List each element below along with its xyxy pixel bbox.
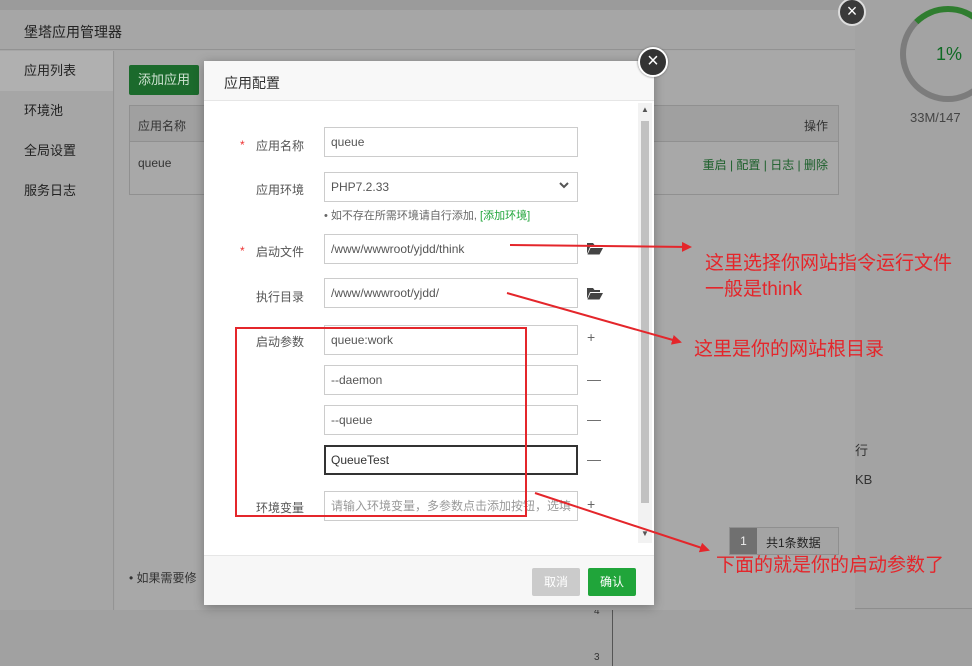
app-name-cell: queue <box>138 156 172 170</box>
env-hint-text: • 如不存在所需环境请自行添加, <box>324 210 477 222</box>
folder-open-icon[interactable] <box>587 242 603 255</box>
folder-open-icon[interactable] <box>587 287 603 300</box>
params-highlight-box <box>235 327 527 517</box>
app-env-select[interactable]: PHP7.2.33 <box>324 172 578 202</box>
background-bottom-area <box>0 608 972 666</box>
sidebar-item-global-settings[interactable]: 全局设置 <box>0 131 113 171</box>
annotation-dir-note: 这里是你的网站根目录 <box>694 339 885 360</box>
exec-dir-label: 执行目录 <box>255 290 304 304</box>
page-number[interactable]: 1 <box>730 528 757 554</box>
confirm-button[interactable]: 确认 <box>588 568 636 596</box>
row-actions[interactable]: 重启 | 配置 | 日志 | 删除 <box>703 156 828 173</box>
app-name-input[interactable]: queue <box>324 127 578 157</box>
background-text-b: KB <box>855 472 873 487</box>
scroll-up-icon[interactable]: ▲ <box>641 105 649 114</box>
plus-icon[interactable]: + <box>587 496 595 512</box>
dialog-footer: 取消 确认 <box>204 555 654 605</box>
memory-usage: 33M/147 <box>910 110 961 125</box>
background-text-a: 行 <box>855 443 869 458</box>
start-file-input[interactable]: /www/wwwroot/yjdd/think <box>324 234 578 264</box>
app-env-label: 应用环境 <box>255 183 304 197</box>
add-env-link[interactable]: [添加环境] <box>480 210 530 222</box>
cancel-button[interactable]: 取消 <box>532 568 580 596</box>
sidebar-item-app-list[interactable]: 应用列表 <box>0 51 113 91</box>
annotation-params-note: 下面的就是你的启动参数了 <box>716 555 945 576</box>
env-hint: • 如不存在所需环境请自行添加, [添加环境] <box>324 207 530 223</box>
sidebar-item-env-pool[interactable]: 环境池 <box>0 91 113 131</box>
scroll-thumb[interactable] <box>641 121 649 503</box>
app-manager-title: 堡塔应用管理器 <box>0 10 855 50</box>
column-header-name: 应用名称 <box>138 119 187 133</box>
column-header-ops: 操作 <box>803 119 828 133</box>
start-file-label: 启动文件 <box>255 245 304 259</box>
cpu-gauge-value: 1% <box>936 44 963 64</box>
dialog-scrollbar[interactable]: ▲ ▼ <box>638 103 652 543</box>
app-name-label: 应用名称 <box>255 139 304 153</box>
total-count: 共1条数据 <box>766 536 821 550</box>
minus-icon[interactable]: — <box>587 371 601 387</box>
sidebar-item-service-log[interactable]: 服务日志 <box>0 171 113 211</box>
plus-icon[interactable]: + <box>587 329 595 345</box>
minus-icon[interactable]: — <box>587 411 601 427</box>
close-icon[interactable]: × <box>638 47 668 77</box>
add-app-button[interactable]: 添加应用 <box>129 65 199 95</box>
app-env-value: PHP7.2.33 <box>331 180 390 194</box>
scroll-down-icon[interactable]: ▼ <box>641 529 649 538</box>
chevron-down-icon <box>559 182 569 189</box>
annotation-file-note: 这里选择你网站指令运行文件 一般是think <box>705 253 953 300</box>
minus-icon[interactable]: — <box>587 451 601 467</box>
dialog-title: 应用配置 <box>204 61 654 101</box>
app-manager-sidebar: 应用列表 环境池 全局设置 服务日志 <box>0 51 114 610</box>
exec-dir-input[interactable]: /www/wwwroot/yjdd/ <box>324 278 578 308</box>
pagination: 1 共1条数据 <box>729 527 839 555</box>
footnote: • 如果需要修 <box>129 571 197 585</box>
chart-axis-tick: 3 <box>594 652 600 663</box>
